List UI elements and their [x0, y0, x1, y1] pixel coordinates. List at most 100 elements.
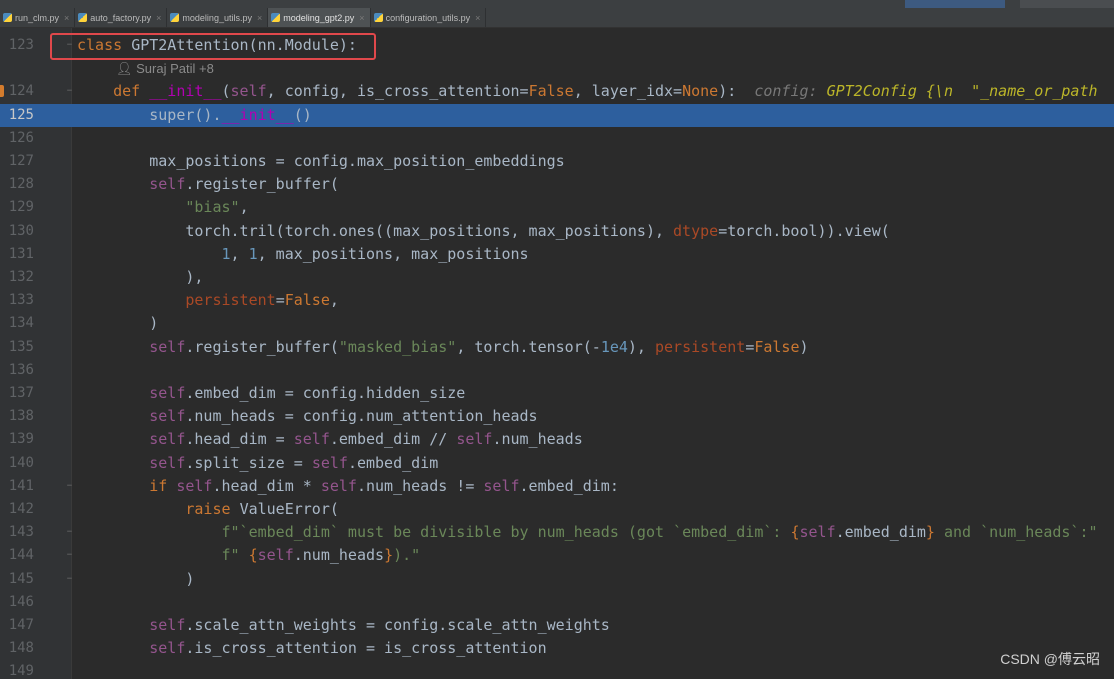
code-token: self [176, 476, 213, 495]
line-number[interactable]: 123 [0, 34, 34, 57]
tab-configuration_utils-py[interactable]: configuration_utils.py × [371, 8, 487, 27]
code-line[interactable]: 146 [0, 591, 1114, 614]
code-line[interactable]: 131 1, 1, max_positions, max_positions [0, 243, 1114, 266]
line-number[interactable]: 128 [0, 173, 34, 196]
line-number[interactable]: 130 [0, 220, 34, 243]
code-line[interactable]: 125 super().__init__() [0, 103, 1114, 127]
python-file-icon [78, 13, 88, 22]
tab-auto_factory-py[interactable]: auto_factory.py × [75, 8, 168, 27]
line-number[interactable]: 139 [0, 428, 34, 451]
line-number[interactable]: 126 [0, 127, 34, 150]
line-number[interactable]: 134 [0, 312, 34, 335]
tab-run_clm-py[interactable]: run_clm.py × [0, 8, 76, 27]
line-number[interactable]: 146 [0, 591, 34, 614]
share-button-strip[interactable] [905, 0, 1005, 8]
fold-toggle[interactable]: − [65, 574, 74, 584]
code-token: self [257, 546, 294, 565]
line-number[interactable]: 140 [0, 452, 34, 475]
code-token: self [149, 337, 186, 356]
tab-label: run_clm.py [15, 12, 60, 23]
code-text: max_positions = config.max_position_embe… [77, 150, 564, 173]
line-number[interactable]: 137 [0, 382, 34, 405]
code-line[interactable]: 136 [0, 359, 1114, 382]
line-number[interactable]: 148 [0, 637, 34, 660]
code-token: , [239, 198, 249, 217]
line-number[interactable]: 125 [0, 104, 34, 127]
tab-modeling_utils-py[interactable]: modeling_utils.py × [167, 8, 269, 27]
line-number[interactable]: 132 [0, 266, 34, 289]
line-number[interactable]: 127 [0, 150, 34, 173]
code-token: ) [799, 337, 809, 356]
close-icon[interactable]: × [64, 13, 69, 23]
fold-toggle[interactable]: − [65, 86, 74, 96]
code-line[interactable]: 140 self.split_size = self.embed_dim [0, 452, 1114, 475]
line-number[interactable]: 147 [0, 614, 34, 637]
line-number[interactable]: 145 [0, 568, 34, 591]
tab-modeling_gpt2-py[interactable]: modeling_gpt2.py × [268, 8, 371, 27]
edit-button-strip[interactable] [1020, 0, 1114, 8]
code-line[interactable]: 143 − f"`embed_dim` must be divisible by … [0, 521, 1114, 544]
code-line[interactable]: 137 self.embed_dim = config.hidden_size [0, 382, 1114, 405]
code-line[interactable]: 144 − f" {self.num_heads})." [0, 544, 1114, 567]
code-line[interactable]: 134 ) [0, 312, 1114, 335]
close-icon[interactable]: × [359, 13, 364, 23]
line-number[interactable]: 141 [0, 475, 34, 498]
line-number[interactable]: 136 [0, 359, 34, 382]
code-line[interactable]: 135 self.register_buffer("masked_bias", … [0, 336, 1114, 359]
code-token: ), [627, 337, 655, 356]
code-text: ) [77, 312, 158, 335]
code-token: self [799, 523, 836, 542]
line-number[interactable]: 133 [0, 289, 34, 312]
code-line[interactable]: 138 self.num_heads = config.num_attentio… [0, 405, 1114, 428]
code-line[interactable]: 132 ), [0, 266, 1114, 289]
fold-toggle[interactable]: − [65, 527, 74, 537]
code-line[interactable]: 127 max_positions = config.max_position_… [0, 150, 1114, 173]
code-editor[interactable]: 123− class GPT2Attention(nn.Module): 124− … [0, 28, 1114, 679]
code-line[interactable]: 141− if self.head_dim * self.num_heads !… [0, 475, 1114, 498]
code-line[interactable]: 145 − ) [0, 568, 1114, 591]
code-token: self [149, 616, 186, 634]
code-line[interactable]: 129 "bias", [0, 196, 1114, 219]
code-line[interactable]: 139 self.head_dim = self.embed_dim // se… [0, 428, 1114, 451]
code-token: , torch.tensor(- [456, 337, 601, 356]
line-number[interactable]: 138 [0, 405, 34, 428]
fold-toggle[interactable]: − [65, 481, 74, 491]
code-line[interactable]: 133 persistent=False, [0, 289, 1114, 312]
author-hint[interactable]: 👤︎ Suraj Patil +8 [116, 60, 214, 78]
code-line[interactable]: 128 self.register_buffer( [0, 173, 1114, 196]
python-file-icon [373, 13, 383, 22]
line-number[interactable]: 149 [0, 660, 34, 679]
tab-label: auto_factory.py [90, 12, 152, 23]
line-number[interactable]: 144 [0, 544, 34, 567]
fold-toggle[interactable]: − [65, 40, 74, 50]
code-line[interactable]: 142 raise ValueError( [0, 498, 1114, 521]
code-token: .embed_dim // [329, 430, 457, 449]
line-number[interactable]: 135 [0, 336, 34, 359]
close-icon[interactable]: × [156, 13, 161, 23]
code-line[interactable]: 124 − def __init__(self, config, is_cross… [0, 80, 1114, 103]
line-number[interactable]: 129 [0, 196, 34, 219]
code-line[interactable]: 147 self.scale_attn_weights = config.sca… [0, 614, 1114, 637]
close-icon[interactable]: × [475, 13, 480, 23]
code-token: self [311, 453, 348, 472]
code-token: False [528, 82, 574, 101]
line-number[interactable]: 142 [0, 498, 34, 521]
code-token: .num_heads [492, 430, 583, 449]
code-line[interactable]: 148 self.is_cross_attention = is_cross_a… [0, 637, 1114, 660]
code-token: 1 [248, 244, 258, 263]
code-token: , [230, 244, 249, 263]
code-line[interactable]: 149 [0, 660, 1114, 679]
close-icon[interactable]: × [257, 13, 262, 23]
line-number[interactable]: 124 [0, 80, 34, 103]
code-line[interactable]: 123 − class GPT2Attention(nn.Module): [0, 34, 1114, 57]
code-token: f"`embed_dim` must be divisible by num_h… [221, 523, 791, 542]
code-line[interactable]: 126 [0, 127, 1114, 150]
line-number[interactable]: 143 [0, 521, 34, 544]
line-number[interactable]: 131 [0, 243, 34, 266]
fold-toggle[interactable]: − [65, 550, 74, 560]
code-line[interactable]: 130 torch.tril(torch.ones((max_positions… [0, 220, 1114, 243]
